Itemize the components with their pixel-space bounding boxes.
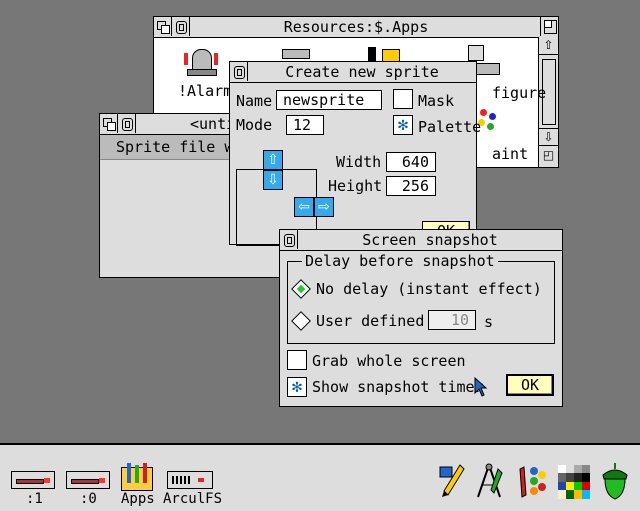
delay-unit-label: s — [484, 313, 494, 331]
arculfs-label[interactable]: ArculFS — [163, 491, 222, 507]
mask-label: Mask — [418, 92, 455, 110]
user-defined-radio[interactable] — [292, 312, 310, 330]
show-timer-checkbox[interactable] — [287, 377, 307, 397]
draw-icon[interactable] — [474, 463, 504, 499]
floppy-drive-0-icon[interactable] — [66, 471, 110, 489]
arculfs-icon[interactable] — [167, 471, 213, 489]
increase-height-icon[interactable]: ⇧ — [263, 150, 283, 170]
delay-group — [287, 261, 555, 344]
no-delay-label[interactable]: No delay (instant effect) — [316, 279, 542, 299]
sprite-file-info: Sprite file wi — [116, 138, 243, 156]
drive-0-label[interactable]: :0 — [80, 491, 97, 507]
name-field[interactable]: newsprite — [276, 90, 382, 110]
paint-label[interactable]: aint — [492, 144, 528, 164]
delay-seconds-field[interactable]: 10 — [428, 310, 476, 330]
apps-label[interactable]: Apps — [121, 491, 155, 507]
paint-icon[interactable] — [514, 463, 548, 499]
delay-group-label: Delay before snapshot — [302, 251, 498, 271]
floppy-drive-1-icon[interactable] — [11, 471, 55, 489]
close-icon[interactable] — [230, 62, 248, 81]
snapshot-ok-button[interactable]: OK — [506, 374, 554, 396]
grab-whole-screen-label[interactable]: Grab whole screen — [312, 351, 466, 371]
width-field[interactable]: 640 — [386, 152, 436, 172]
resources-titlebar[interactable]: Resources:$.Apps — [154, 17, 558, 38]
drive-1-label[interactable]: :1 — [26, 491, 43, 507]
icon-bar: :1 :0 Apps ArculFS — [0, 443, 640, 511]
mode-label: Mode — [236, 116, 273, 134]
width-label: Width — [336, 153, 382, 171]
mode-field[interactable]: 12 — [286, 115, 324, 135]
snapshot-titlebar[interactable]: Screen snapshot — [280, 230, 562, 251]
name-label: Name — [236, 92, 273, 110]
mask-checkbox[interactable] — [393, 89, 413, 109]
create-sprite-dialog[interactable]: Create new sprite Name newsprite Mask Mo… — [229, 61, 481, 246]
no-delay-radio[interactable] — [292, 280, 310, 298]
acorn-icon[interactable] — [600, 461, 630, 501]
palette-icon[interactable] — [558, 465, 590, 499]
alarm-label[interactable]: !Alarm — [178, 81, 232, 101]
create-sprite-title: Create new sprite — [285, 63, 439, 81]
scroll-up-icon[interactable]: ⇧ — [539, 37, 558, 55]
toggle-size-icon[interactable] — [540, 17, 558, 36]
create-sprite-titlebar[interactable]: Create new sprite — [230, 62, 476, 83]
close-icon[interactable] — [118, 114, 136, 133]
screen-snapshot-dialog[interactable]: Screen snapshot Delay before snapshot No… — [279, 229, 563, 407]
decrease-width-icon[interactable]: ⇦ — [294, 197, 314, 217]
snapshot-title: Screen snapshot — [362, 231, 498, 249]
adjust-size-icon[interactable]: ◰ — [539, 147, 558, 165]
decrease-height-icon[interactable]: ⇩ — [263, 170, 283, 190]
grab-whole-screen-checkbox[interactable] — [287, 350, 307, 370]
height-field[interactable]: 256 — [386, 176, 436, 196]
app-icon[interactable] — [368, 47, 404, 63]
apps-icon[interactable] — [121, 461, 153, 491]
resources-title: Resources:$.Apps — [283, 18, 429, 36]
alarm-icon[interactable] — [184, 45, 218, 81]
show-timer-label[interactable]: Show snapshot timer — [312, 377, 484, 397]
user-defined-label[interactable]: User defined — [316, 311, 424, 331]
back-icon[interactable] — [100, 114, 118, 133]
palette-label: Palette — [418, 118, 482, 136]
close-icon[interactable] — [280, 230, 298, 249]
edit-icon[interactable] — [438, 463, 466, 499]
pointer-icon — [474, 376, 488, 397]
increase-width-icon[interactable]: ⇨ — [314, 197, 334, 217]
paint-icon[interactable] — [478, 109, 500, 139]
app-icon[interactable] — [282, 49, 310, 59]
height-label: Height — [328, 177, 383, 195]
scroll-down-icon[interactable]: ⇩ — [539, 128, 558, 146]
configure-label[interactable]: figure — [492, 83, 546, 103]
palette-checkbox[interactable] — [393, 115, 413, 135]
